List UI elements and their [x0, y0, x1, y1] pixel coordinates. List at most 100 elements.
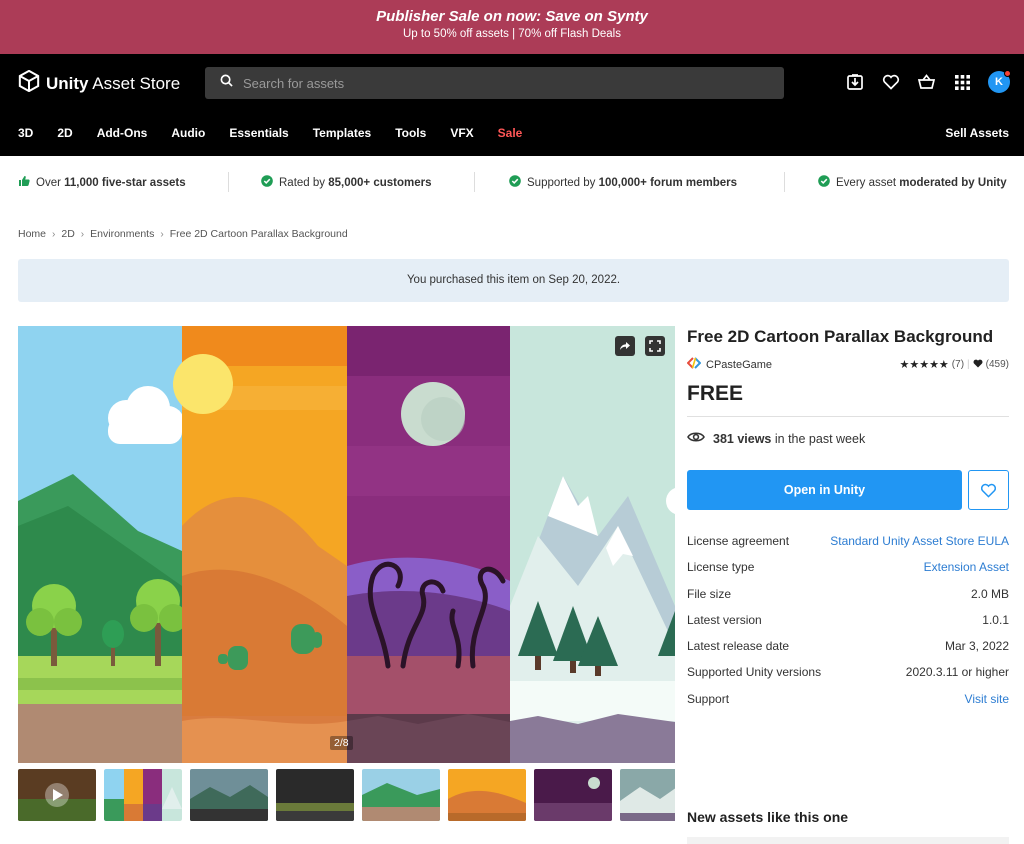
- unity-cube-icon: [18, 69, 40, 97]
- gallery-thumbnails: [18, 769, 675, 821]
- share-icon[interactable]: [615, 336, 635, 356]
- publisher-name[interactable]: CPasteGame: [706, 359, 772, 371]
- trust-text-bold: moderated by Unity: [899, 176, 1007, 189]
- detail-row-unity-versions: Supported Unity versions 2020.3.11 or hi…: [687, 665, 1009, 691]
- chevron-right-icon: ›: [160, 228, 164, 240]
- promo-banner[interactable]: Publisher Sale on now: Save on Synty Up …: [0, 0, 1024, 54]
- license-agreement-link[interactable]: Standard Unity Asset Store EULA: [830, 534, 1009, 548]
- gallery-counter: 2/8: [330, 736, 353, 750]
- thumbnail-selected[interactable]: [102, 769, 184, 821]
- thumbnail-video[interactable]: [18, 769, 96, 821]
- heart-outline-icon: [980, 483, 997, 498]
- sell-assets-link[interactable]: Sell Assets: [945, 126, 1009, 140]
- category-nav: 3D 2D Add-Ons Audio Essentials Templates…: [18, 126, 546, 140]
- detail-key: Supported Unity versions: [687, 665, 822, 680]
- header-icons: K: [844, 70, 1011, 93]
- trust-bar: Over 11,000 five-star assets Rated by 85…: [0, 156, 1024, 208]
- promo-subline: Up to 50% off assets | 70% off Flash Dea…: [403, 28, 621, 40]
- thumbnail[interactable]: [534, 769, 612, 821]
- downloads-icon[interactable]: [844, 72, 865, 93]
- search-input[interactable]: [243, 75, 763, 91]
- nav-essentials[interactable]: Essentials: [229, 126, 288, 140]
- divider: [784, 172, 785, 192]
- publisher-row: CPasteGame ★★★★★ (7) | (459): [686, 357, 1009, 372]
- divider: [474, 172, 475, 192]
- views-suffix: in the past week: [771, 431, 866, 446]
- user-avatar[interactable]: K: [988, 70, 1011, 93]
- thumbnail[interactable]: [190, 769, 268, 821]
- purchase-notice: You purchased this item on Sep 20, 2022.: [18, 259, 1009, 302]
- trust-text-bold: 85,000+ customers: [328, 176, 432, 189]
- star-rating-icon: ★★★★★: [899, 359, 949, 371]
- breadcrumb-current: Free 2D Cartoon Parallax Background: [169, 228, 348, 240]
- nav-templates[interactable]: Templates: [313, 126, 371, 140]
- asset-title: Free 2D Cartoon Parallax Background: [687, 327, 994, 346]
- license-type-link[interactable]: Extension Asset: [924, 560, 1009, 574]
- trust-item-rated: Rated by 85,000+ customers: [261, 175, 431, 190]
- asset-details-panel: Free 2D Cartoon Parallax Background CPas…: [686, 326, 1009, 718]
- divider: |: [967, 359, 970, 370]
- chevron-right-icon: ›: [80, 228, 85, 240]
- breadcrumb-2d[interactable]: 2D: [61, 228, 74, 240]
- promo-headline: Publisher Sale on now: Save on Synty: [376, 8, 648, 25]
- detail-row-file-size: File size 2.0 MB: [687, 587, 1009, 613]
- detail-row-license-type: License type Extension Asset: [687, 560, 1009, 586]
- fullscreen-icon[interactable]: [645, 336, 665, 356]
- heart-small-icon: [973, 359, 983, 371]
- unity-logo[interactable]: Unity Asset Store: [18, 69, 181, 97]
- detail-key: File size: [687, 586, 732, 601]
- trust-text-pre: Every asset: [836, 176, 900, 189]
- detail-value: 1.0.1: [982, 612, 1009, 627]
- detail-key: License type: [687, 560, 755, 575]
- heart-icon[interactable]: [880, 72, 901, 93]
- shield-check-icon: [509, 175, 521, 190]
- trust-text-bold: 11,000 five-star assets: [64, 176, 186, 189]
- nav-sale[interactable]: Sale: [498, 126, 523, 140]
- chevron-right-icon: ›: [52, 228, 56, 240]
- nav-vfx[interactable]: VFX: [450, 126, 473, 140]
- trust-item-five-star: Over 11,000 five-star assets: [18, 175, 186, 190]
- nav-tools[interactable]: Tools: [395, 126, 426, 140]
- new-assets-heading: New assets like this one: [687, 809, 849, 825]
- nav-audio[interactable]: Audio: [171, 126, 205, 140]
- views-row: 381 views in the past week: [687, 431, 1009, 446]
- thumbs-up-icon: [18, 175, 30, 190]
- breadcrumb-environments[interactable]: Environments: [90, 228, 154, 240]
- new-assets-list-top: [687, 837, 1009, 844]
- logo-text-bold: Unity: [46, 73, 89, 93]
- rating-summary[interactable]: ★★★★★ (7) | (459): [899, 358, 1009, 371]
- detail-value: Mar 3, 2022: [944, 639, 1009, 654]
- nav-add-ons[interactable]: Add-Ons: [97, 126, 148, 140]
- detail-key: License agreement: [687, 534, 790, 548]
- views-count: 381 views: [713, 431, 772, 446]
- trust-text-pre: Rated by: [279, 176, 329, 189]
- open-in-unity-button[interactable]: Open in Unity: [687, 470, 962, 510]
- cart-icon[interactable]: [916, 72, 937, 93]
- logo-text-rest: Asset Store: [88, 73, 181, 93]
- thumbnail[interactable]: [276, 769, 354, 821]
- asset-price: FREE: [687, 382, 1009, 417]
- detail-value: 2020.3.11 or higher: [905, 665, 1009, 680]
- apps-grid-icon[interactable]: [952, 72, 973, 93]
- visit-site-link[interactable]: Visit site: [965, 692, 1009, 706]
- nav-2d[interactable]: 2D: [57, 126, 72, 140]
- detail-row-release-date: Latest release date Mar 3, 2022: [687, 639, 1009, 665]
- detail-key: Latest release date: [687, 639, 790, 654]
- rating-count: (7): [951, 359, 965, 370]
- shield-check-icon: [818, 175, 830, 190]
- detail-row-latest-version: Latest version 1.0.1: [687, 613, 1009, 639]
- detail-value: 2.0 MB: [970, 586, 1009, 601]
- trust-text-pre: Supported by: [527, 176, 599, 189]
- trust-item-forum: Supported by 100,000+ forum members: [509, 175, 737, 190]
- site-header: Unity Asset Store K 3D 2D Add-Ons Audio …: [0, 54, 1024, 156]
- add-to-favorites-button[interactable]: [968, 470, 1009, 510]
- detail-row-support: Support Visit site: [687, 692, 1009, 718]
- breadcrumb-home[interactable]: Home: [18, 228, 46, 240]
- nav-3d[interactable]: 3D: [18, 126, 33, 140]
- search-bar[interactable]: [205, 67, 784, 99]
- thumbnail[interactable]: [362, 769, 440, 821]
- thumbnail[interactable]: [448, 769, 526, 821]
- notification-dot: [1004, 70, 1011, 77]
- gallery-main-image[interactable]: 2/8: [18, 326, 675, 763]
- thumbnail[interactable]: [620, 769, 675, 821]
